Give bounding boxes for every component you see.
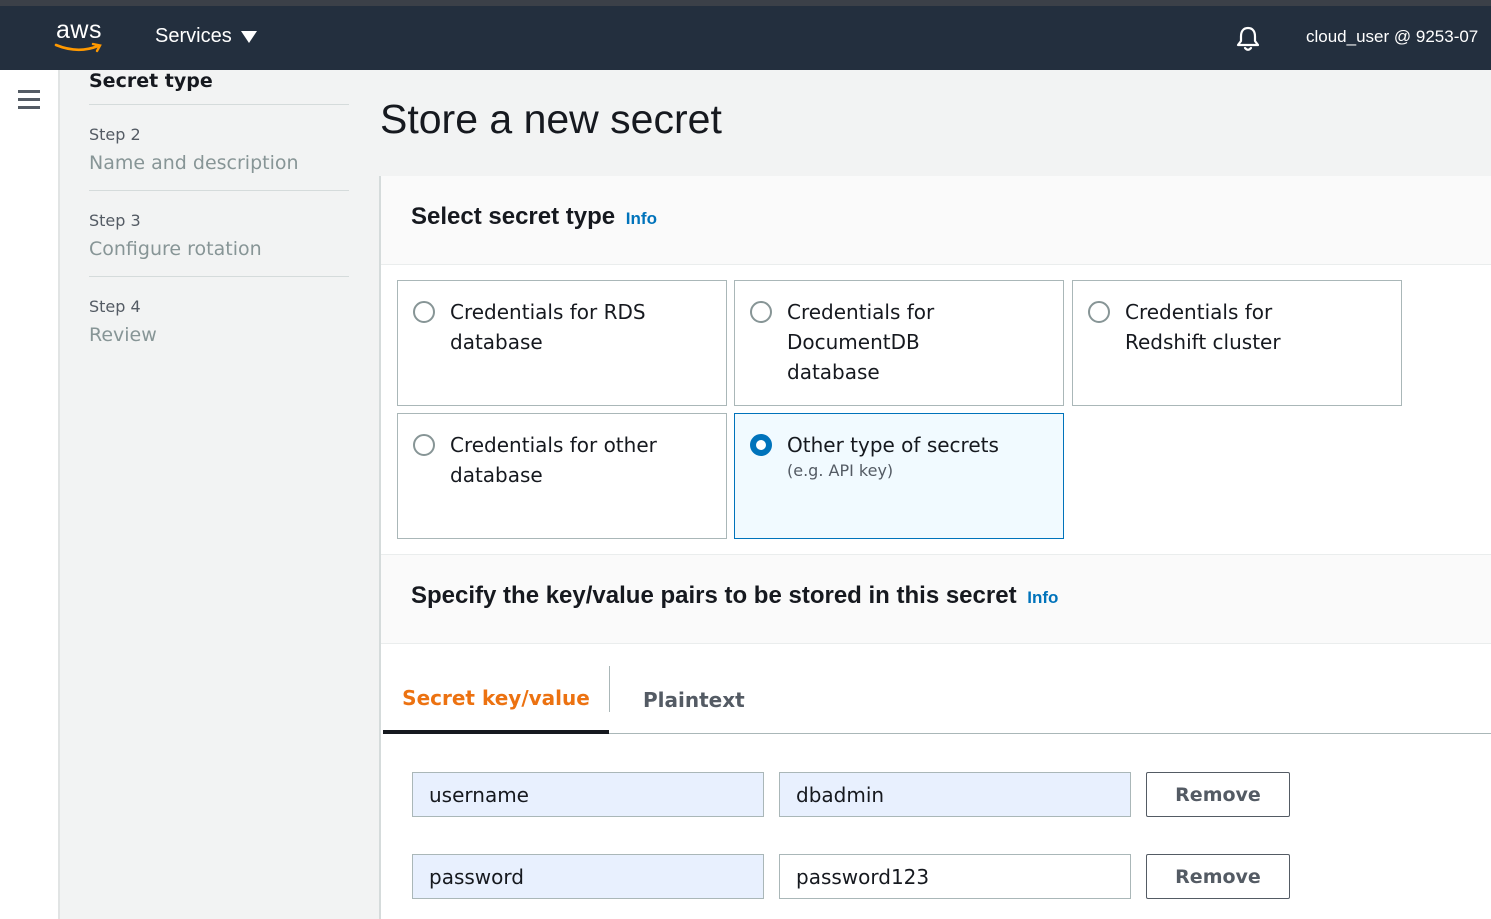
left-rail <box>0 70 60 919</box>
secret-type-option-rds[interactable]: Credentials for RDS database <box>397 280 727 406</box>
radio-button-selected[interactable] <box>750 434 772 456</box>
radio-button[interactable] <box>413 301 435 323</box>
secret-type-header: Select secret type Info <box>381 176 1491 265</box>
option-label-group: Other type of secrets (e.g. API key) <box>787 430 1047 482</box>
secret-type-info-link[interactable]: Info <box>626 209 657 228</box>
aws-smile-icon <box>54 42 102 53</box>
secret-type-option-redshift[interactable]: Credentials for Redshift cluster <box>1072 280 1402 406</box>
option-label: Credentials for DocumentDB database <box>787 300 935 384</box>
tab-divider <box>609 666 610 712</box>
services-menu-button[interactable]: Services <box>155 25 257 48</box>
hamburger-menu-icon[interactable] <box>18 90 40 110</box>
aws-logo[interactable]: aws <box>52 16 108 56</box>
step-number: Step 3 <box>89 211 141 230</box>
services-label: Services <box>155 25 232 47</box>
option-label: Credentials for Redshift cluster <box>1125 300 1281 354</box>
secret-form-panel: Select secret type Info Credentials for … <box>379 176 1491 919</box>
secret-format-tabs: Secret key/value Plaintext <box>383 666 1491 734</box>
radio-button[interactable] <box>1088 301 1110 323</box>
step-label: Name and description <box>89 152 299 174</box>
secret-key-input[interactable]: password <box>412 854 764 899</box>
step-current-label: Secret type <box>89 70 349 105</box>
page-title: Store a new secret <box>380 96 722 142</box>
kv-section-header: Specify the key/value pairs to be stored… <box>381 554 1491 644</box>
kv-section-heading-text: Specify the key/value pairs to be stored… <box>411 582 1017 609</box>
secret-type-heading-text: Select secret type <box>411 203 616 230</box>
caret-down-icon <box>240 30 257 43</box>
option-sublabel: (e.g. API key) <box>787 461 894 480</box>
kv-section-info-link[interactable]: Info <box>1027 588 1058 607</box>
top-navigation-bar: aws Services cloud_user @ 9253-07 <box>0 6 1491 70</box>
option-label: Other type of secrets <box>787 433 999 457</box>
radio-button[interactable] <box>413 434 435 456</box>
secret-key-input[interactable]: username <box>412 772 764 817</box>
kv-section-heading: Specify the key/value pairs to be stored… <box>411 582 1058 610</box>
account-menu[interactable]: cloud_user @ 9253-07 <box>1306 27 1478 47</box>
wizard-steps: Secret type Step 2 Name and description … <box>89 70 349 362</box>
secret-value-input[interactable]: dbadmin <box>779 772 1131 817</box>
bell-icon[interactable] <box>1233 24 1263 54</box>
secret-type-option-documentdb[interactable]: Credentials for DocumentDB database <box>734 280 1064 406</box>
radio-button[interactable] <box>750 301 772 323</box>
step-number: Step 4 <box>89 297 141 316</box>
secret-type-option-other-secrets[interactable]: Other type of secrets (e.g. API key) <box>734 413 1064 539</box>
step-number: Step 2 <box>89 125 141 144</box>
wizard-step-2: Step 2 Name and description <box>89 105 349 191</box>
secret-type-option-other-database[interactable]: Credentials for other database <box>397 413 727 539</box>
secret-type-heading: Select secret type Info <box>411 203 657 231</box>
tab-plaintext[interactable]: Plaintext <box>643 666 745 734</box>
wizard-step-4: Step 4 Review <box>89 277 349 362</box>
option-label: Credentials for other database <box>450 433 657 487</box>
remove-row-button[interactable]: Remove <box>1146 854 1290 899</box>
secret-value-input[interactable]: password123 <box>779 854 1131 899</box>
option-label: Credentials for RDS database <box>450 300 646 354</box>
tab-secret-key-value[interactable]: Secret key/value <box>383 666 609 734</box>
aws-logo-text: aws <box>56 16 102 44</box>
step-label: Configure rotation <box>89 238 262 260</box>
wizard-step-3: Step 3 Configure rotation <box>89 191 349 277</box>
remove-row-button[interactable]: Remove <box>1146 772 1290 817</box>
step-label: Review <box>89 324 157 346</box>
